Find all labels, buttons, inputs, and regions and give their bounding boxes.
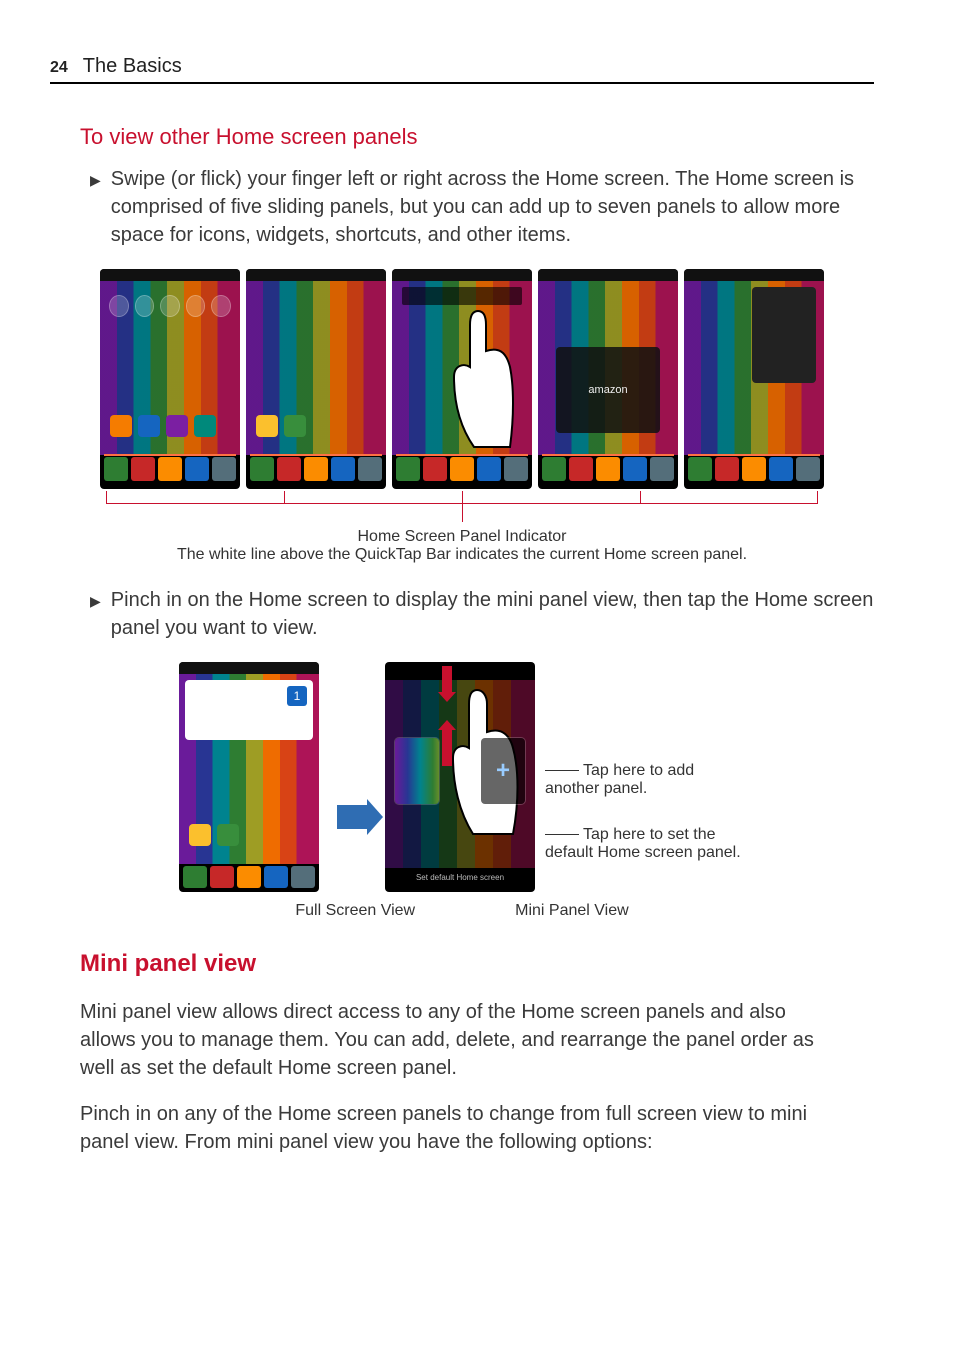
paragraph: Pinch in on any of the Home screen panel… <box>80 1100 844 1156</box>
mini-panel-view-screenshot: + Set default Home screen <box>385 662 535 892</box>
phone-screenshot: amazon <box>538 269 678 489</box>
pinch-down-arrow-icon <box>442 666 452 692</box>
figure2-captions: Full Screen View Mini Panel View <box>50 902 874 920</box>
search-bar-widget <box>402 287 522 305</box>
running-header: 24 The Basics <box>50 55 874 78</box>
amazon-widget: amazon <box>556 347 660 433</box>
transition-arrow-icon <box>337 805 367 829</box>
triangle-bullet-icon: ▶ <box>90 586 101 642</box>
triangle-bullet-icon: ▶ <box>90 165 101 249</box>
add-panel-thumb: + <box>481 738 525 804</box>
full-screen-view-screenshot: 1 <box>179 662 319 892</box>
mini-panel-thumb <box>395 738 439 804</box>
figure1-caption-title: Home Screen Panel Indicator <box>50 528 874 546</box>
heading-mini-panel-view: Mini panel view <box>80 950 874 978</box>
annotation-set-default: Tap here to set the default Home screen … <box>545 826 745 862</box>
books-widget <box>752 287 816 383</box>
phone-screenshot <box>684 269 824 489</box>
paragraph: Mini panel view allows direct access to … <box>80 998 844 1082</box>
bullet-text: Swipe (or flick) your finger left or rig… <box>111 165 874 249</box>
bullet-item: ▶ Pinch in on the Home screen to display… <box>90 586 874 642</box>
caption-full-screen: Full Screen View <box>295 902 415 920</box>
manual-page: 24 The Basics To view other Home screen … <box>0 0 954 1372</box>
bullet-text: Pinch in on the Home screen to display t… <box>111 586 874 642</box>
pinch-up-arrow-icon <box>442 730 452 766</box>
header-rule <box>50 82 874 84</box>
phone-screenshot <box>100 269 240 489</box>
annotation-add-panel: Tap here to add another panel. <box>545 762 745 798</box>
figure-mini-panel: 1 + Set default Home screen <box>50 662 874 892</box>
section-title: The Basics <box>83 55 182 78</box>
figure1-caption-body: The white line above the QuickTap Bar in… <box>50 546 874 564</box>
phone-screenshot-center <box>392 269 532 489</box>
caption-mini-panel: Mini Panel View <box>515 902 629 920</box>
phone-screenshot <box>246 269 386 489</box>
weather-widget: 1 <box>185 680 313 740</box>
page-number: 24 <box>50 59 68 77</box>
quicktap-bar <box>104 457 236 481</box>
subheading-view-panels: To view other Home screen panels <box>80 124 874 150</box>
figure-swipe-panels: amazon <box>50 269 874 522</box>
bullet-item: ▶ Swipe (or flick) your finger left or r… <box>90 165 874 249</box>
indicator-bracket <box>100 491 824 522</box>
set-default-bar: Set default Home screen <box>393 868 527 886</box>
